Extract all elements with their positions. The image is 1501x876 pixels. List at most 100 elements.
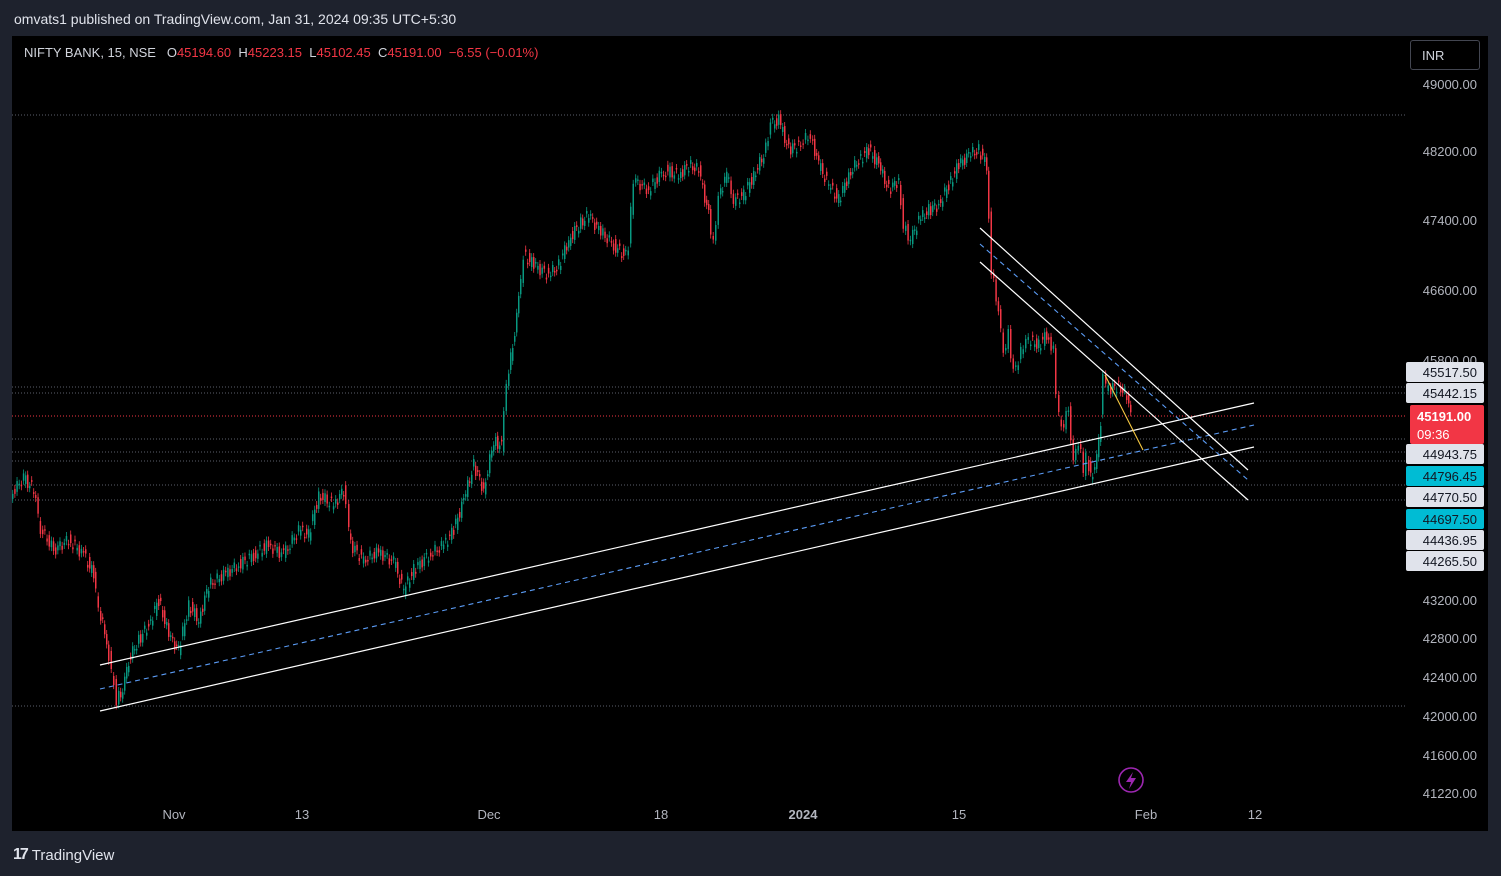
candle-body	[576, 225, 578, 227]
candle-body	[118, 690, 120, 705]
symbol-name[interactable]: NIFTY BANK, 15, NSE	[24, 45, 156, 60]
candle-body	[846, 181, 848, 186]
candle-body	[942, 201, 944, 207]
publish-header: omvats1 published on TradingView.com, Ja…	[0, 0, 1501, 36]
candle-body	[658, 170, 661, 183]
candle-body	[192, 602, 194, 612]
price-axis-tick: 41220.00	[1423, 786, 1477, 801]
candle-body	[1090, 461, 1092, 473]
candle-body	[166, 622, 168, 626]
candle-body	[527, 262, 529, 265]
candle-body	[310, 532, 312, 541]
candle-body	[660, 171, 663, 174]
candle-body	[902, 198, 904, 229]
downtrend-mid-dashed[interactable]	[979, 243, 1249, 481]
candle-body	[907, 224, 909, 241]
candle-body	[244, 556, 246, 561]
candle-body	[654, 182, 656, 189]
candle-body	[650, 191, 652, 196]
candle-body	[91, 565, 93, 573]
candle-body	[39, 521, 42, 534]
candle-body	[700, 165, 702, 177]
candle-body	[415, 571, 417, 574]
chart-canvas[interactable]: 49000.0048200.0047400.0046600.0045800.00…	[12, 36, 1488, 831]
symbol-legend[interactable]: NIFTY BANK, 15, NSE O45194.60 H45223.15 …	[24, 45, 538, 60]
candle-body	[330, 496, 333, 499]
candle-body	[763, 158, 765, 164]
candle-body	[976, 152, 978, 155]
candle-body	[465, 494, 467, 497]
candle-body	[1130, 404, 1132, 413]
candle-body	[757, 168, 759, 170]
candle-body	[874, 150, 876, 165]
low-label: L	[309, 45, 317, 60]
candle-body	[840, 200, 842, 203]
candle-body	[645, 188, 648, 194]
candle-body	[684, 165, 686, 176]
candle-body	[497, 435, 499, 449]
candle-body	[126, 666, 128, 679]
price-label-text: 44796.45	[1423, 469, 1477, 484]
candle-body	[739, 202, 741, 204]
candle-body	[619, 243, 621, 246]
candle-body	[369, 550, 371, 556]
candle-body	[728, 177, 730, 179]
candle-body	[421, 559, 423, 568]
chart-area[interactable]: 49000.00 48200.00 47400.00 46600.00 45800.00…	[12, 36, 1488, 831]
candle-body	[1000, 309, 1002, 329]
candle-body	[630, 206, 632, 244]
candle-body	[850, 172, 852, 176]
candle-body	[95, 571, 97, 589]
candle-body	[259, 544, 261, 547]
candle-body	[706, 199, 708, 206]
candle-body	[493, 445, 495, 452]
candle-body	[997, 301, 1000, 312]
candle-body	[37, 497, 39, 514]
candle-body	[72, 547, 74, 550]
candle-body	[57, 545, 59, 551]
candle-body	[285, 545, 287, 558]
trendline-lower[interactable]	[99, 446, 1255, 712]
candle-body	[974, 153, 976, 156]
candle-body	[788, 138, 790, 145]
candle-body	[339, 493, 341, 500]
candle-body	[367, 559, 369, 562]
candle-body	[930, 206, 932, 215]
price-label-text: 44436.95	[1423, 533, 1477, 548]
candle-body	[501, 439, 503, 442]
candle-body	[1032, 335, 1034, 338]
candle-body	[322, 492, 324, 501]
downtrend-lower[interactable]	[979, 261, 1249, 501]
time-axis-label: 2024	[789, 807, 819, 822]
currency-button[interactable]: INR	[1410, 40, 1480, 70]
candle-body	[42, 529, 44, 535]
candle-body	[401, 573, 403, 580]
candle-body	[200, 611, 202, 624]
candle-body	[407, 576, 409, 581]
candle-body	[535, 262, 537, 264]
candle-body	[516, 312, 518, 333]
candle-body	[417, 562, 419, 566]
candle-body	[115, 679, 117, 706]
candle-body	[560, 265, 562, 271]
candle-body	[1015, 365, 1017, 367]
candle-body	[97, 596, 99, 608]
candle-body	[870, 144, 872, 148]
candle-body	[880, 162, 882, 171]
candle-body	[384, 554, 386, 558]
candle-body	[617, 248, 619, 253]
candle-body	[732, 193, 735, 204]
tradingview-logo[interactable]: 17 TradingView	[13, 846, 114, 864]
candle-body	[522, 259, 524, 283]
candle-body	[588, 218, 590, 223]
candle-body	[950, 176, 952, 180]
candle-body	[250, 554, 253, 563]
candle-body	[776, 118, 778, 126]
candle-body	[988, 170, 990, 219]
candle-body	[531, 257, 533, 267]
trendline-upper[interactable]	[99, 402, 1255, 666]
price-axis-tick: 41600.00	[1423, 748, 1477, 763]
candle-body	[508, 373, 510, 386]
candle-body	[343, 494, 345, 497]
candle-body	[425, 552, 428, 555]
